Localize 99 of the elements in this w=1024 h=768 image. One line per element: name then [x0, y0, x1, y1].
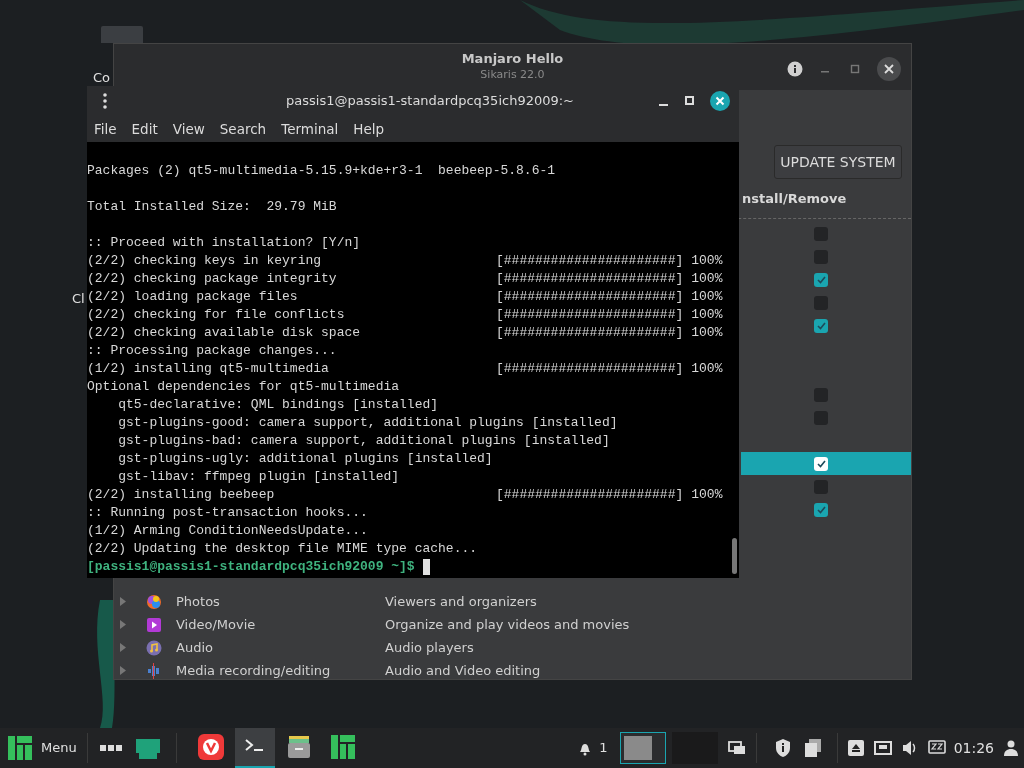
- menu-dots-icon[interactable]: [103, 93, 107, 109]
- music-note-icon: [146, 639, 162, 656]
- category-description: Viewers and organizers: [385, 592, 537, 611]
- browser-icon: [197, 734, 224, 760]
- window-title: Manjaro Hello: [461, 51, 564, 67]
- check-icon: [816, 275, 826, 284]
- window-subtitle: Sikaris 22.0: [480, 67, 545, 83]
- category-description: Audio and Video editing: [385, 661, 541, 680]
- scrollbar[interactable]: [732, 538, 737, 574]
- percent-text: 100%: [691, 486, 723, 504]
- expand-arrow-icon[interactable]: [120, 666, 126, 675]
- category-name: Photos: [176, 592, 221, 611]
- desktop-icon[interactable]: [133, 737, 162, 759]
- terminal-line: (2/2) loading package files: [87, 288, 299, 306]
- percent-text: 100%: [691, 270, 723, 288]
- user-icon[interactable]: [1004, 740, 1018, 756]
- clipboard-icon[interactable]: [802, 738, 823, 758]
- window-thumbnail: [623, 736, 652, 760]
- update-system-button[interactable]: UPDATE SYSTEM: [774, 145, 902, 179]
- clock[interactable]: 01:26: [953, 737, 994, 759]
- terminal-line: :: Processing package changes...: [87, 342, 338, 360]
- notification-count: 1: [599, 739, 608, 758]
- progress-text: [######################]: [496, 270, 684, 288]
- maximize-icon[interactable]: [684, 95, 696, 107]
- terminal-line: :: Proceed with installation? [Y/n]: [87, 234, 362, 252]
- percent-text: 100%: [691, 324, 723, 342]
- taskbar-app[interactable]: [234, 728, 275, 768]
- terminal-line: (2/2) installing beebeep: [87, 486, 276, 504]
- checkbox[interactable]: [814, 502, 828, 517]
- category-name: Video/Movie: [176, 615, 257, 634]
- percent-text: 100%: [691, 288, 723, 306]
- keyboard-icon[interactable]: [927, 740, 946, 756]
- progress-text: [######################]: [496, 324, 684, 342]
- shell-prompt: [passis1@passis1-standardpcq35ich92009 ~]$: [87, 558, 415, 576]
- expand-arrow-icon[interactable]: [120, 597, 126, 606]
- progress-text: [######################]: [496, 288, 684, 306]
- terminal-line: gst-plugins-good: camera support, additional plugins [installed]: [117, 414, 619, 432]
- progress-text: [######################]: [496, 252, 684, 270]
- network-icon[interactable]: [873, 740, 892, 756]
- column-header: nstall/Remove: [742, 189, 847, 208]
- video-icon: [146, 616, 162, 633]
- menu-button[interactable]: Menu: [0, 728, 87, 768]
- cursor: [422, 559, 430, 575]
- category-description: Organize and play videos and movies: [385, 615, 630, 634]
- terminal-line: (2/2) checking available disk space: [87, 324, 362, 342]
- terminal-line: Total Installed Size: 29.79 MiB: [87, 198, 338, 216]
- desktop-icon-label[interactable]: Cl: [72, 289, 85, 309]
- terminal-line: :: Running post-transaction hooks...: [87, 504, 369, 522]
- volume-icon[interactable]: [901, 740, 918, 756]
- terminal-line: (2/2) checking for file conflicts: [87, 306, 346, 324]
- terminal-line: gst-libav: ffmpeg plugin [installed]: [117, 468, 401, 486]
- category-description: Audio players: [385, 638, 474, 657]
- manjaro-logo-icon: [8, 736, 32, 760]
- menu-item[interactable]: File: [94, 118, 117, 140]
- file-cabinet-icon: [285, 734, 312, 760]
- check-icon: [816, 459, 826, 468]
- terminal-line: gst-plugins-ugly: additional plugins [installed]: [117, 450, 494, 468]
- windows-icon[interactable]: [727, 740, 746, 756]
- checkbox[interactable]: [814, 456, 828, 471]
- menu-item[interactable]: Edit: [131, 118, 158, 140]
- terminal-line: (1/2) installing qt5-multimedia: [87, 360, 330, 378]
- close-icon[interactable]: [877, 57, 901, 81]
- percent-text: 100%: [691, 306, 723, 324]
- terminal-line: (1/2) Arming ConditionNeedsUpdate...: [87, 522, 369, 540]
- window-title: passis1@passis1-standardpcq35ich92009:~: [286, 92, 574, 111]
- category-name: Audio: [176, 638, 214, 657]
- menu-item[interactable]: Help: [353, 118, 385, 140]
- manjaro-logo-icon: [330, 735, 355, 759]
- desktop-icon-label[interactable]: Co: [93, 71, 111, 85]
- menu-item[interactable]: Terminal: [281, 118, 339, 140]
- checkbox[interactable]: [814, 318, 828, 333]
- terminal-line: (2/2) checking keys in keyring: [87, 252, 323, 270]
- close-icon[interactable]: [710, 91, 730, 111]
- terminal-line: gst-plugins-bad: camera support, additional plugins [installed]: [117, 432, 611, 450]
- workspace-thumbnail[interactable]: [619, 732, 666, 764]
- dots-icon[interactable]: [99, 745, 122, 751]
- terminal-line: (2/2) checking package integrity: [87, 270, 338, 288]
- progress-text: [######################]: [496, 486, 684, 504]
- category-name: Media recording/editing: [176, 661, 332, 680]
- terminal-line: Packages (2) qt5-multimedia-5.15.9+kde+r3-1 beebeep-5.8.6-1: [87, 162, 557, 180]
- terminal-line: qt5-declarative: QML bindings [installed]: [117, 396, 440, 414]
- percent-text: 100%: [691, 360, 723, 378]
- info-icon[interactable]: [787, 61, 803, 77]
- terminal-line: (2/2) Updating the desktop file MIME type cache...: [87, 540, 479, 558]
- sound-editing-icon: [146, 662, 162, 679]
- progress-text: [######################]: [496, 360, 684, 378]
- percent-text: 100%: [691, 252, 723, 270]
- expand-arrow-icon[interactable]: [120, 620, 126, 629]
- terminal-line: Optional dependencies for qt5-multimedia: [87, 378, 401, 396]
- check-icon: [816, 321, 826, 330]
- expand-arrow-icon[interactable]: [120, 643, 126, 652]
- check-icon: [816, 505, 826, 514]
- info-shield-icon[interactable]: [774, 739, 791, 757]
- checkbox[interactable]: [814, 272, 828, 287]
- menu-item[interactable]: Search: [219, 118, 267, 140]
- photos-icon: [146, 593, 162, 610]
- menu-item[interactable]: View: [172, 118, 205, 140]
- eject-icon[interactable]: [847, 740, 864, 756]
- progress-text: [######################]: [496, 306, 684, 324]
